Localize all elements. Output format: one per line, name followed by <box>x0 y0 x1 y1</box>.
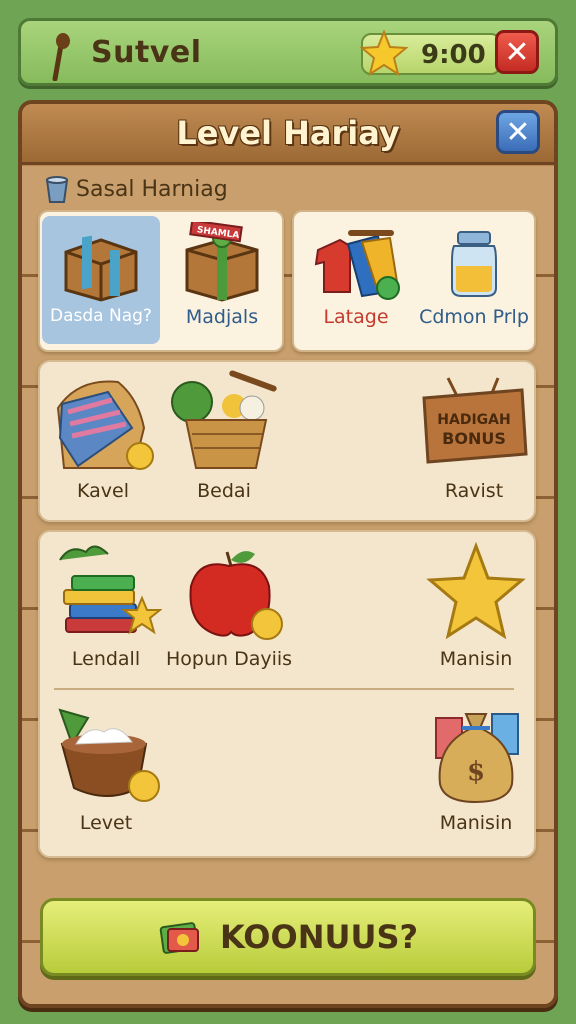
tab-jar[interactable]: Cdmon Prlp <box>416 222 532 328</box>
item-label: Lendall <box>71 648 141 670</box>
dialog-header: Level Hariay <box>22 104 554 165</box>
vegetable-basket-icon <box>171 370 277 469</box>
dialog-title: Level Hariay <box>176 114 400 152</box>
gift-box-icon: SHAMLA <box>185 222 259 302</box>
item-label: Manisin <box>439 648 513 670</box>
item-label: Ravist <box>444 480 504 502</box>
sign-text-line2: BONUS <box>442 429 506 448</box>
bonus-sign-icon: HADIGAH BONUS <box>422 377 528 464</box>
cash-icon <box>159 922 199 954</box>
bucket-icon <box>45 176 69 203</box>
tab-label: Cdmon Prlp <box>419 306 529 328</box>
dollar-sign: $ <box>467 757 485 787</box>
money-bag-icon: $ <box>435 713 519 804</box>
books-stack-icon <box>59 545 162 635</box>
reward-item[interactable]: HADIGAH BONUS Ravist <box>416 368 532 502</box>
tab-gift-box[interactable]: SHAMLA Madjals <box>164 222 280 328</box>
section-header: Sasal Harniag <box>44 174 228 204</box>
tab-label: Madjals <box>185 306 259 328</box>
honey-jar-icon <box>451 231 497 297</box>
close-game-button[interactable]: ✕ <box>495 30 539 74</box>
reward-item[interactable]: Bedai <box>164 368 284 502</box>
item-label: Hopun Dayiis <box>166 648 293 670</box>
tab-clothing[interactable]: Latage <box>298 222 414 328</box>
tab-label: Dasda Nag? <box>50 306 152 326</box>
item-label: Kavel <box>77 480 129 502</box>
item-label: Bedai <box>197 480 251 502</box>
gold-star-icon <box>426 541 526 640</box>
clothing-rack-icon <box>314 230 400 300</box>
app-title: Sutvel <box>91 35 202 70</box>
close-dialog-button[interactable]: ✕ <box>496 110 540 154</box>
close-icon: ✕ <box>505 114 531 150</box>
reward-item[interactable]: Hopun Dayiis <box>166 540 292 670</box>
confirm-button-label: KOONUUS? <box>219 918 419 956</box>
sugar-bowl-icon <box>58 708 160 802</box>
reward-item[interactable]: Manisin <box>420 540 532 670</box>
reward-item[interactable]: Kavel <box>48 368 158 502</box>
item-label: Manisin <box>439 812 513 834</box>
top-bar: Sutvel 9:00 ✕ <box>18 18 558 86</box>
section-label: Sasal Harniag <box>76 176 228 202</box>
star-icon <box>359 29 409 77</box>
timer-badge: 9:00 <box>359 29 501 77</box>
tab-label: Latage <box>323 306 389 328</box>
reward-item[interactable]: Lendall <box>48 540 164 670</box>
blanket-basket-icon <box>56 380 154 470</box>
item-label: Levet <box>79 812 133 834</box>
row-divider <box>54 688 514 690</box>
apple-icon <box>189 551 283 640</box>
sign-text-line1: HADIGAH <box>437 412 510 428</box>
treasure-chest-icon <box>64 235 138 302</box>
reward-item[interactable]: $ Manisin <box>420 704 532 834</box>
confirm-button[interactable]: KOONUUS? <box>40 898 536 976</box>
close-icon: ✕ <box>504 34 530 70</box>
timer-value: 9:00 <box>421 40 486 70</box>
reward-item[interactable]: Levet <box>48 704 164 834</box>
wooden-stick-icon <box>52 33 70 81</box>
tab-chest[interactable]: Dasda Nag? <box>44 222 158 326</box>
